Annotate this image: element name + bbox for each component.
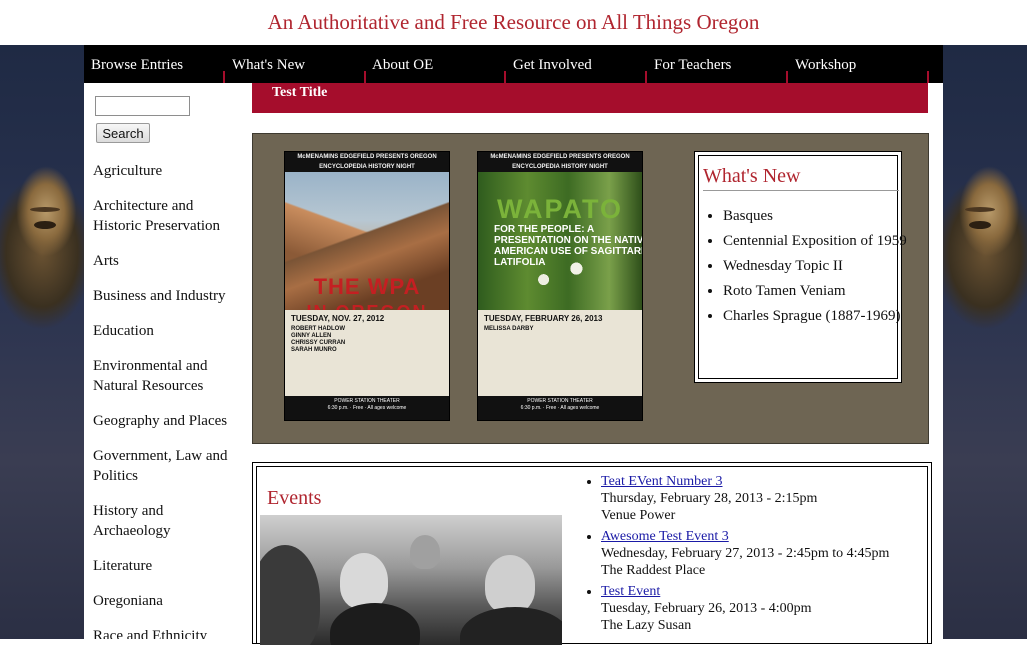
event-venue: The Raddest Place — [601, 563, 706, 578]
poster-speaker: MELISSA DARBY — [484, 326, 534, 332]
sidebar-item-arts[interactable]: Arts — [93, 251, 243, 271]
subnav-bar: Test Title — [252, 83, 928, 113]
feature-panel: McMENAMINS EDGEFIELD PRESENTS OREGON ENC… — [252, 133, 929, 444]
events-title: Events — [267, 487, 322, 509]
whats-new-item[interactable]: Wednesday Topic II — [723, 256, 913, 276]
poster-speaker: SARAH MUNRO — [291, 347, 337, 353]
subnav-tab-test-title[interactable]: Test Title — [272, 83, 327, 113]
poster-wpa-in-oregon[interactable]: McMENAMINS EDGEFIELD PRESENTS OREGON ENC… — [284, 151, 450, 421]
category-list: Agriculture Architecture and Historic Pr… — [93, 161, 243, 639]
events-box: Events Teat EVent Number 3 Thursday, Feb… — [252, 462, 932, 645]
sidebar-item-agriculture[interactable]: Agriculture — [93, 161, 243, 181]
sidebar-item-race-ethnicity[interactable]: Race and Ethnicity — [93, 626, 243, 639]
events-inner: Events Teat EVent Number 3 Thursday, Feb… — [256, 466, 928, 645]
nav-label: For Teachers — [654, 57, 732, 73]
nav-label: About OE — [372, 57, 434, 73]
nav-label: What's New — [232, 57, 306, 73]
event-datetime: Wednesday, February 27, 2013 - 2:45pm to… — [601, 546, 890, 561]
poster-venue: POWER STATION THEATER — [527, 398, 593, 404]
nav-whats-new[interactable]: What's New — [225, 45, 366, 83]
poster-title: THE WPA — [313, 274, 421, 299]
poster-time: 6:30 p.m. · Free · All ages welcome — [520, 405, 600, 411]
poster-date: TUESDAY, FEBRUARY 26, 2013 — [484, 314, 603, 323]
nav-workshop[interactable]: Workshop — [788, 45, 929, 83]
whats-new-item[interactable]: Charles Sprague (1887-1969) — [723, 306, 913, 326]
sidebar-item-architecture[interactable]: Architecture and Historic Preservation — [93, 196, 243, 236]
list-item: Test Event Tuesday, February 26, 2013 - … — [601, 583, 941, 634]
poster-date: TUESDAY, NOV. 27, 2012 — [291, 314, 385, 323]
list-item: Teat EVent Number 3 Thursday, February 2… — [601, 473, 941, 524]
search-button[interactable]: Search — [96, 123, 150, 143]
poster-footer: POWER STATION THEATER 6:30 p.m. · Free ·… — [285, 396, 449, 420]
sidebar-item-geography[interactable]: Geography and Places — [93, 411, 243, 431]
side-portrait-left — [0, 45, 84, 639]
nav-get-involved[interactable]: Get Involved — [506, 45, 647, 83]
nav-label: Browse Entries — [91, 57, 184, 73]
poster-body: TUESDAY, FEBRUARY 26, 2013 MELISSA DARBY — [478, 310, 642, 398]
nav-label: Get Involved — [513, 57, 592, 73]
search-input[interactable] — [95, 96, 190, 116]
event-link[interactable]: Awesome Test Event 3 — [601, 529, 729, 544]
sidebar-item-history[interactable]: History and Archaeology — [93, 501, 243, 541]
poster-venue: POWER STATION THEATER — [334, 398, 400, 404]
sidebar-item-literature[interactable]: Literature — [93, 556, 243, 576]
whats-new-item[interactable]: Roto Tamen Veniam — [723, 281, 913, 301]
poster-title: WAPATO — [497, 194, 623, 224]
poster-footer: POWER STATION THEATER 6:30 p.m. · Free ·… — [478, 396, 642, 420]
poster-header: McMENAMINS EDGEFIELD PRESENTS OREGON ENC… — [285, 152, 449, 172]
poster-speaker: CHRISSY CURRAN — [291, 340, 346, 346]
poster-wapato[interactable]: McMENAMINS EDGEFIELD PRESENTS OREGON ENC… — [477, 151, 643, 421]
whats-new-inner: What's New Basques Centennial Exposition… — [698, 155, 907, 379]
whats-new-list: Basques Centennial Exposition of 1959 We… — [705, 206, 913, 331]
whats-new-title: What's New — [703, 165, 899, 191]
poster-time: 6:30 p.m. · Free · All ages welcome — [327, 405, 407, 411]
side-portrait-right — [943, 45, 1027, 639]
nav-for-teachers[interactable]: For Teachers — [647, 45, 788, 83]
nav-about-oe[interactable]: About OE — [365, 45, 506, 83]
event-link[interactable]: Teat EVent Number 3 — [601, 474, 722, 489]
events-list: Teat EVent Number 3 Thursday, February 2… — [585, 473, 941, 638]
poster-speaker: GINNY ALLEN — [291, 333, 332, 339]
event-venue: The Lazy Susan — [601, 618, 692, 633]
poster-artwork: THE WPA IN OREGON — [285, 172, 449, 322]
sidebar-item-business[interactable]: Business and Industry — [93, 286, 243, 306]
event-datetime: Thursday, February 28, 2013 - 2:15pm — [601, 491, 818, 506]
main-nav: Browse Entries What's New About OE Get I… — [84, 45, 943, 83]
sidebar-item-oregoniana[interactable]: Oregoniana — [93, 591, 243, 611]
site-tagline: An Authoritative and Free Resource on Al… — [267, 10, 760, 34]
event-datetime: Tuesday, February 26, 2013 - 4:00pm — [601, 601, 812, 616]
whats-new-item[interactable]: Centennial Exposition of 1959 — [723, 231, 913, 251]
header-bar: An Authoritative and Free Resource on Al… — [0, 0, 1027, 45]
nav-divider — [927, 71, 929, 83]
poster-speaker: ROBERT HADLOW — [291, 326, 345, 332]
sidebar-item-environment[interactable]: Environmental and Natural Resources — [93, 356, 243, 396]
event-link[interactable]: Test Event — [601, 584, 660, 599]
events-photo — [260, 515, 562, 645]
poster-artwork: WAPATO FOR THE PEOPLE: A PRESENTATION ON… — [478, 172, 642, 310]
nav-browse-entries[interactable]: Browse Entries — [84, 45, 225, 83]
poster-subtitle: FOR THE PEOPLE: A PRESENTATION ON THE NA… — [494, 224, 643, 268]
sidebar-item-government[interactable]: Government, Law and Politics — [93, 446, 243, 486]
sidebar-item-education[interactable]: Education — [93, 321, 243, 341]
list-item: Awesome Test Event 3 Wednesday, February… — [601, 528, 941, 579]
event-venue: Venue Power — [601, 508, 676, 523]
sidebar: Search Agriculture Architecture and Hist… — [84, 83, 252, 639]
poster-header: McMENAMINS EDGEFIELD PRESENTS OREGON ENC… — [478, 152, 642, 172]
poster-body: TUESDAY, NOV. 27, 2012 ROBERT HADLOW GIN… — [285, 310, 449, 398]
nav-label: Workshop — [795, 57, 857, 73]
whats-new-box: What's New Basques Centennial Exposition… — [694, 151, 907, 383]
whats-new-item[interactable]: Basques — [723, 206, 913, 226]
